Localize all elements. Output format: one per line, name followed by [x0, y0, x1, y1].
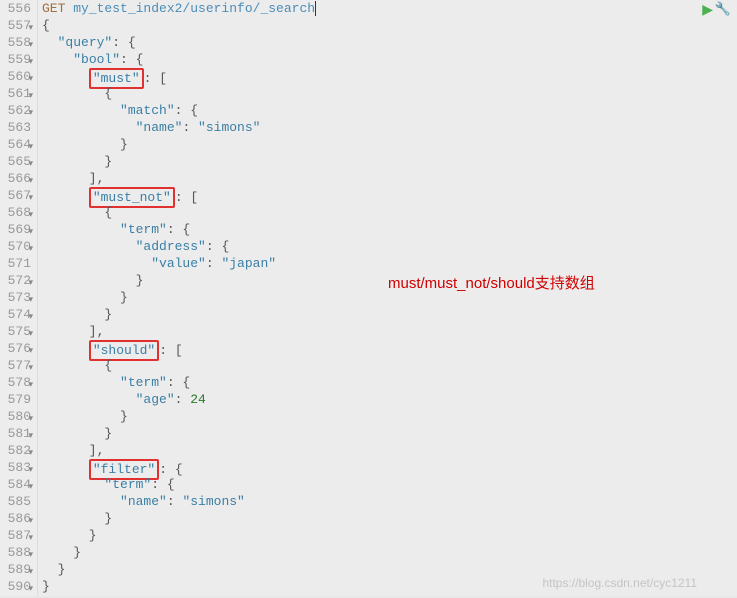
line-number: 574▾ — [2, 306, 31, 323]
line-number: 559▾ — [2, 51, 31, 68]
address-key: "address" — [136, 239, 206, 254]
request-path: my_test_index2/userinfo/_search — [65, 1, 315, 16]
line-number: 587▾ — [2, 527, 31, 544]
line-number: 558▾ — [2, 34, 31, 51]
line-number: 564▾ — [2, 136, 31, 153]
term-key: "term" — [120, 222, 167, 237]
term-key-2: "term" — [120, 375, 167, 390]
should-key: "should" — [93, 343, 155, 358]
line-number: 560▾ — [2, 68, 31, 85]
name-key: "name" — [136, 120, 183, 135]
name-value-2: "simons" — [182, 494, 244, 509]
name-value: "simons" — [198, 120, 260, 135]
watermark-text: https://blog.csdn.net/cyc1211 — [542, 576, 697, 590]
line-number: 568▾ — [2, 204, 31, 221]
line-number: 572▾ — [2, 272, 31, 289]
filter-key: "filter" — [93, 462, 155, 477]
run-icon[interactable]: ▶ — [702, 2, 713, 19]
name-key-2: "name" — [120, 494, 167, 509]
line-number: 585 — [2, 493, 31, 510]
line-number: 582▾ — [2, 442, 31, 459]
line-number: 565▾ — [2, 153, 31, 170]
line-number: 588▾ — [2, 544, 31, 561]
value-japan: "japan" — [221, 256, 276, 271]
line-number: 570▾ — [2, 238, 31, 255]
term-key-3: "term" — [104, 477, 151, 492]
line-number: 567▾ — [2, 187, 31, 204]
age-key: "age" — [136, 392, 175, 407]
line-number: 569▾ — [2, 221, 31, 238]
line-gutter: 556557▾558▾559▾560▾561▾562▾563564▾565▾56… — [0, 0, 38, 596]
line-number: 579 — [2, 391, 31, 408]
line-number: 584▾ — [2, 476, 31, 493]
line-number: 576▾ — [2, 340, 31, 357]
annotation-text: must/must_not/should支持数组 — [388, 272, 595, 293]
line-number: 589▾ — [2, 561, 31, 578]
wrench-icon[interactable]: 🔧 — [715, 2, 731, 17]
line-number: 556 — [2, 0, 31, 17]
line-number: 583▾ — [2, 459, 31, 476]
line-number: 562▾ — [2, 102, 31, 119]
line-number: 577▾ — [2, 357, 31, 374]
line-number: 566▾ — [2, 170, 31, 187]
must-not-key: "must_not" — [93, 190, 171, 205]
line-number: 563 — [2, 119, 31, 136]
line-number: 573▾ — [2, 289, 31, 306]
age-value: 24 — [190, 392, 206, 407]
fold-icon[interactable]: ▾ — [28, 581, 33, 598]
line-number: 557▾ — [2, 17, 31, 34]
match-key: "match" — [120, 103, 175, 118]
code-editor[interactable]: 556557▾558▾559▾560▾561▾562▾563564▾565▾56… — [0, 0, 737, 596]
code-area[interactable]: ▶ 🔧 GET my_test_index2/userinfo/_search … — [38, 0, 737, 596]
line-number: 581▾ — [2, 425, 31, 442]
line-number: 575▾ — [2, 323, 31, 340]
line-number: 580▾ — [2, 408, 31, 425]
value-key: "value" — [151, 256, 206, 271]
line-number: 586▾ — [2, 510, 31, 527]
must-key: "must" — [93, 71, 140, 86]
line-number: 561▾ — [2, 85, 31, 102]
bool-key: "bool" — [73, 52, 120, 67]
line-number: 578▾ — [2, 374, 31, 391]
query-key: "query" — [58, 35, 113, 50]
line-number: 571 — [2, 255, 31, 272]
line-number: 590▾ — [2, 578, 31, 595]
http-method: GET — [42, 1, 65, 16]
